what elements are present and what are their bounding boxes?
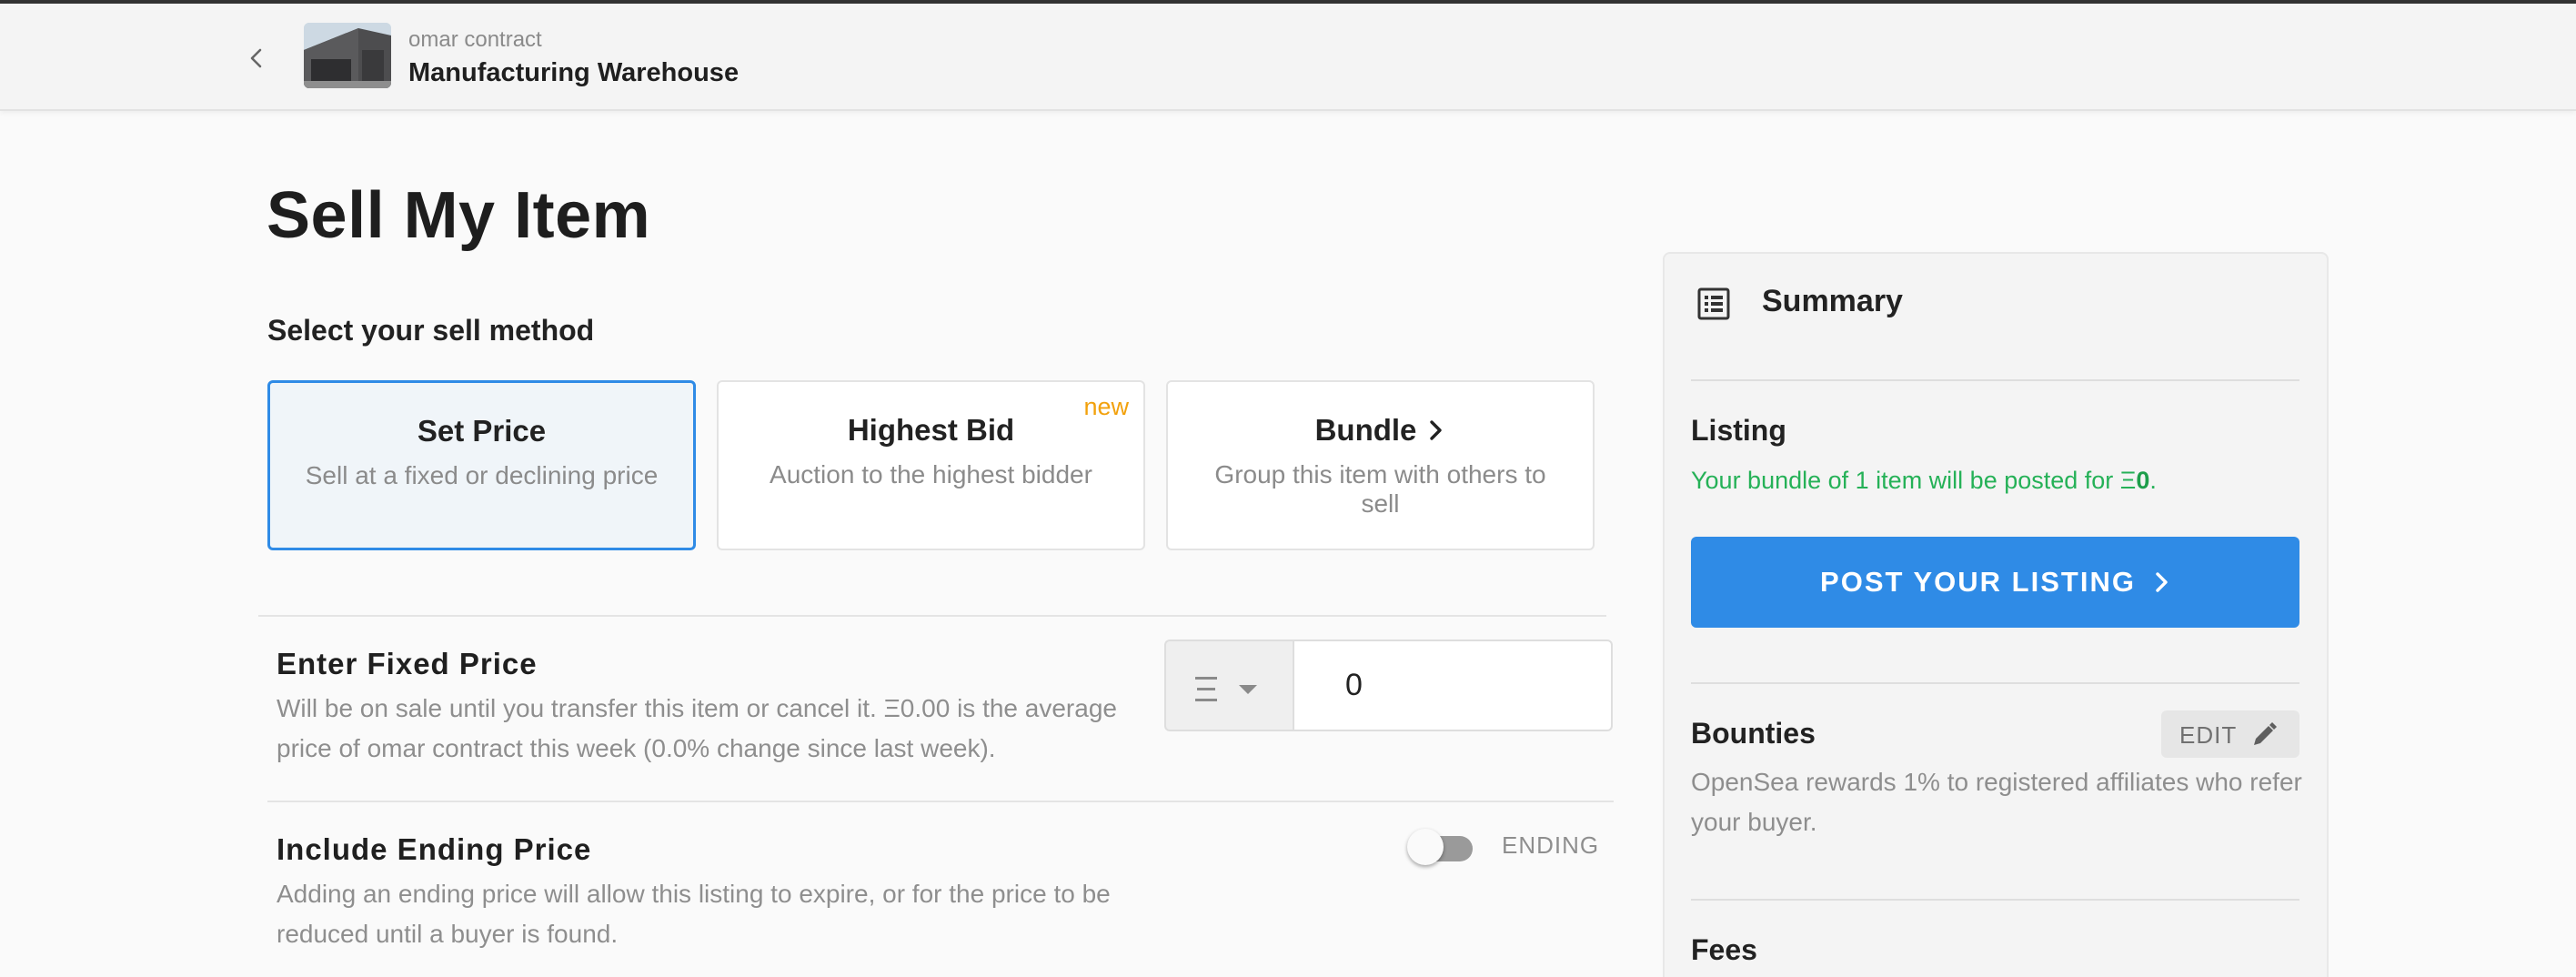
listing-heading: Listing	[1691, 414, 1786, 447]
toggle-knob	[1407, 829, 1444, 865]
bounties-heading: Bounties	[1691, 717, 1816, 750]
ending-toggle-label: ENDING	[1502, 831, 1600, 859]
ending-price-toggle[interactable]	[1407, 829, 1474, 865]
method-title: Highest Bid	[847, 413, 1015, 447]
method-description: Sell at a fixed or declining price	[305, 461, 659, 489]
method-description: Group this item with others to sell	[1214, 460, 1546, 518]
divider	[267, 801, 1614, 802]
method-title: Set Price	[417, 414, 547, 448]
ethereum-icon	[1195, 677, 1217, 701]
summary-divider	[1691, 379, 2299, 381]
caret-down-icon	[1239, 685, 1257, 694]
item-name[interactable]: Manufacturing Warehouse	[408, 58, 739, 88]
chevron-left-icon	[250, 48, 262, 68]
listing-text-prefix: Your bundle of 1 item will be posted for	[1691, 467, 2120, 494]
back-button[interactable]	[240, 42, 273, 75]
fixed-price-description: Will be on sale until you transfer this …	[277, 694, 1117, 762]
summary-title: Summary	[1762, 284, 1903, 318]
edit-bounties-button[interactable]: EDIT	[2161, 710, 2299, 758]
method-title: Bundle	[1314, 413, 1417, 447]
method-bundle[interactable]: Bundle Group this item with others to se…	[1166, 380, 1595, 550]
chevron-right-icon	[2156, 572, 2168, 592]
bounties-description: OpenSea rewards 1% to registered affilia…	[1691, 768, 2302, 836]
edit-label: EDIT	[2179, 721, 2238, 749]
price-input[interactable]	[1293, 640, 1613, 731]
summary-divider	[1691, 899, 2299, 901]
listing-currency: Ξ	[2119, 467, 2137, 494]
receipt-list-icon	[1697, 287, 1730, 320]
item-thumbnail[interactable]	[304, 23, 391, 88]
chevron-right-icon	[1430, 420, 1443, 440]
ending-price-title: Include Ending Price	[277, 832, 592, 866]
listing-amount: 0	[2136, 467, 2150, 494]
summary-divider	[1691, 682, 2299, 684]
ending-price-description: Adding an ending price will allow this l…	[277, 880, 1111, 948]
divider	[258, 615, 1606, 617]
post-listing-button[interactable]: POST YOUR LISTING	[1691, 537, 2299, 628]
sell-method-label: Select your sell method	[267, 314, 595, 347]
listing-text-suffix: .	[2149, 467, 2157, 494]
method-title-row: Bundle	[1168, 413, 1593, 448]
page-title: Sell My Item	[267, 179, 651, 252]
collection-name[interactable]: omar contract	[408, 27, 542, 53]
fixed-price-title: Enter Fixed Price	[277, 647, 538, 680]
method-set-price[interactable]: Set Price Sell at a fixed or declining p…	[267, 380, 696, 550]
method-highest-bid[interactable]: new Highest Bid Auction to the highest b…	[717, 380, 1145, 550]
header-bar: omar contract Manufacturing Warehouse	[0, 4, 2576, 111]
pencil-icon	[2254, 722, 2277, 745]
fees-heading: Fees	[1691, 933, 1757, 966]
listing-text: Your bundle of 1 item will be posted for…	[1691, 467, 2157, 495]
post-listing-label: POST YOUR LISTING	[1820, 566, 2136, 598]
currency-select[interactable]	[1164, 640, 1293, 731]
method-description: Auction to the highest bidder	[770, 460, 1092, 488]
warehouse-image	[304, 23, 391, 88]
